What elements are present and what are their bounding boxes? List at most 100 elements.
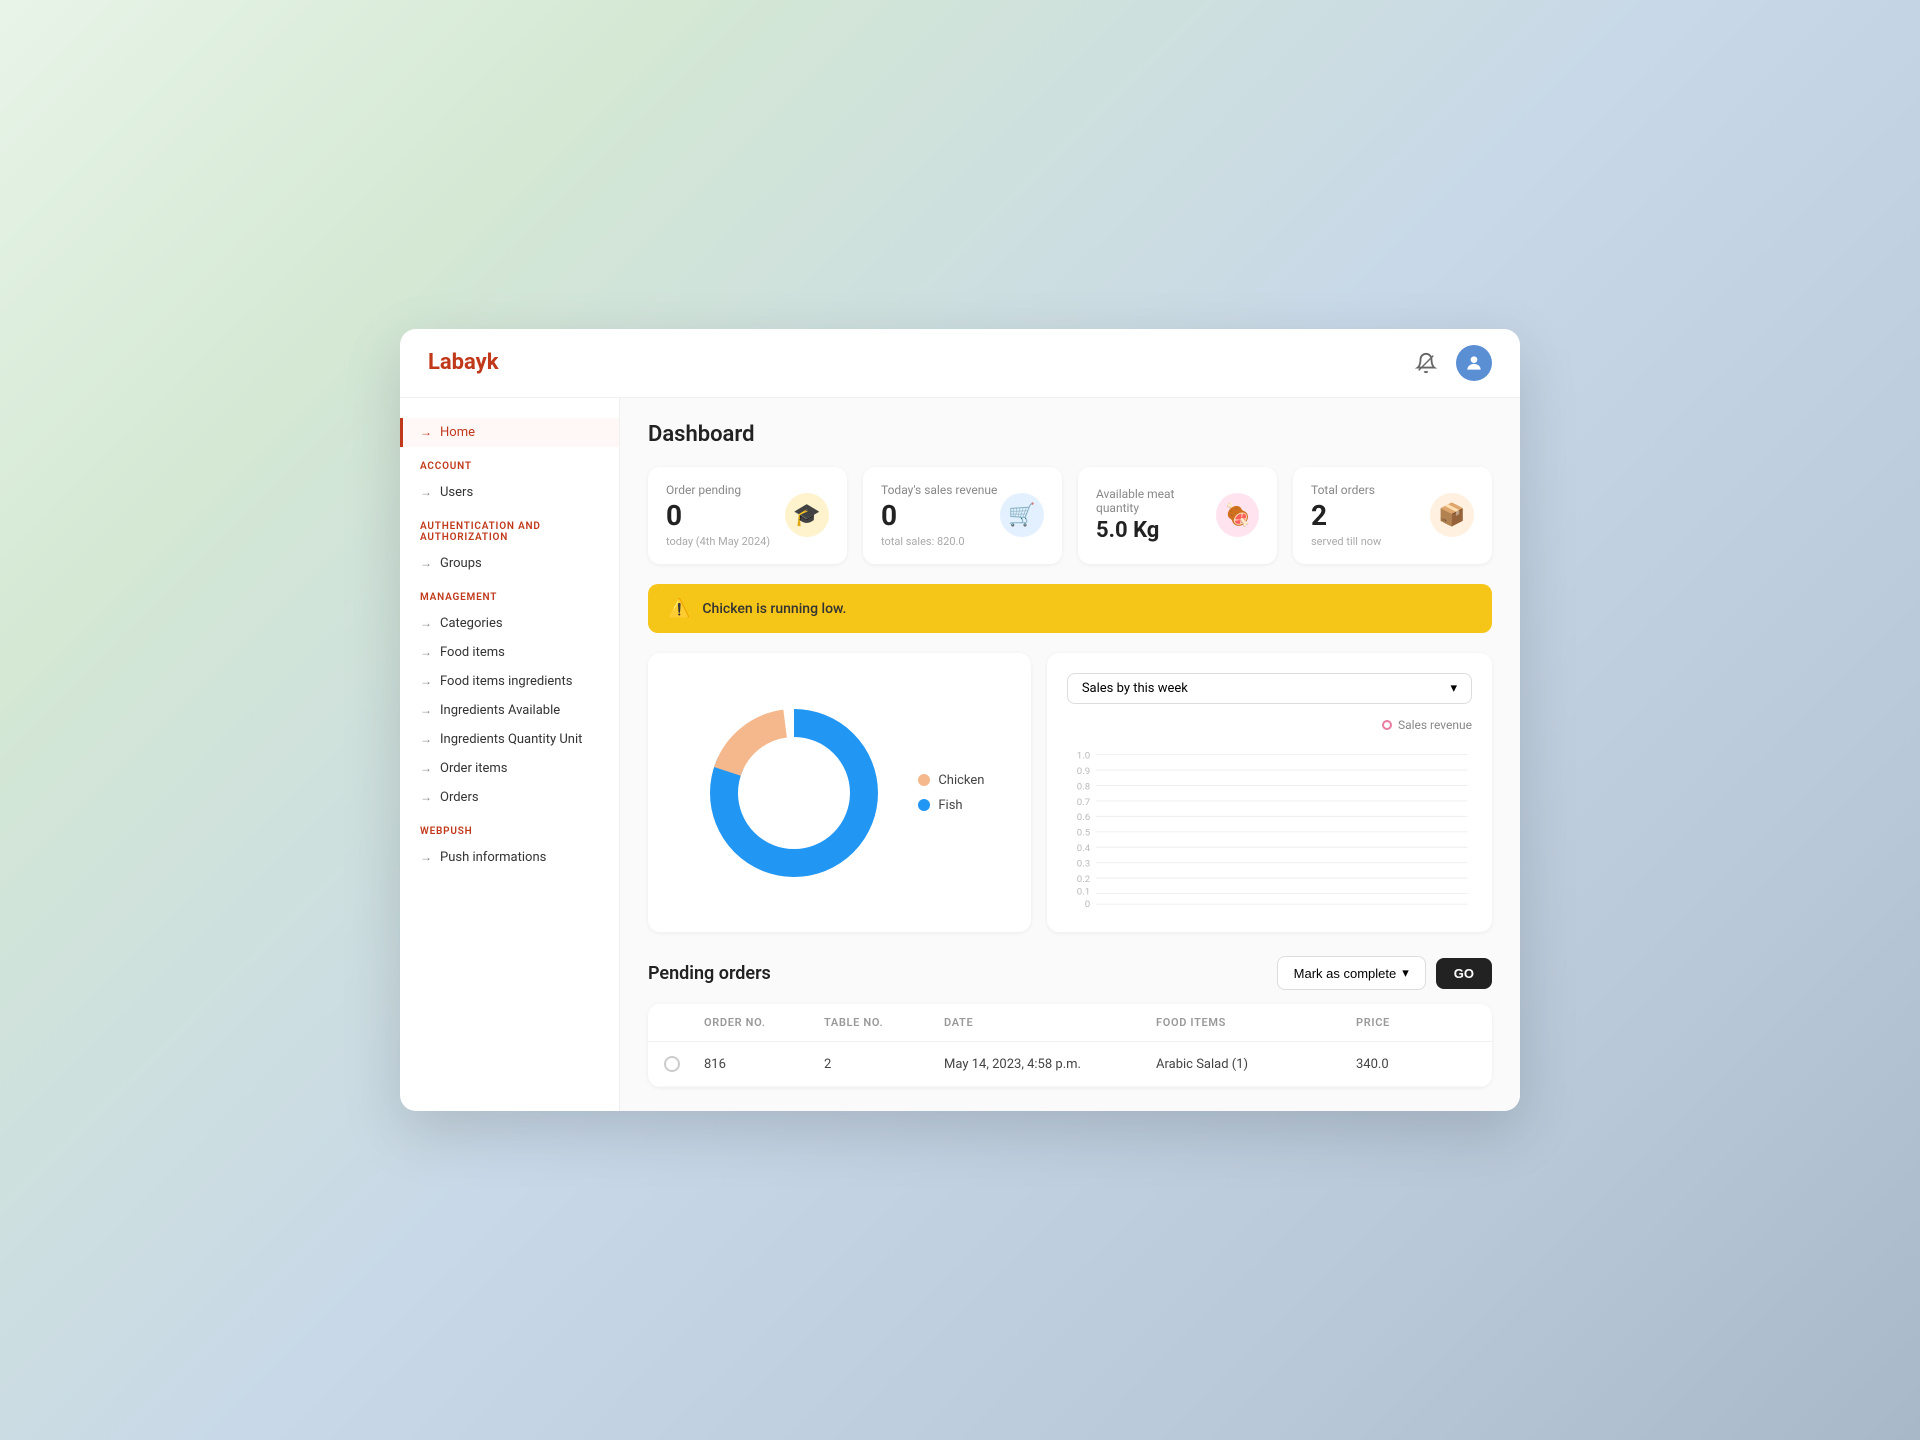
svg-text:0.6: 0.6 — [1077, 813, 1090, 824]
stat-value: 2 — [1311, 501, 1381, 532]
sidebar-item-ingredients-quantity-unit[interactable]: → Ingredients Quantity Unit — [400, 725, 619, 754]
stat-label: Available meat quantity — [1096, 487, 1216, 515]
sidebar-item-order-items[interactable]: → Order items — [400, 754, 619, 783]
pending-orders-title: Pending orders — [648, 963, 771, 984]
sales-legend: Sales revenue — [1067, 718, 1472, 732]
col-checkbox — [664, 1016, 704, 1029]
legend-item-chicken: Chicken — [918, 773, 984, 788]
col-order-no: ORDER NO. — [704, 1016, 824, 1029]
orders-table: ORDER NO. TABLE NO. DATE FOOD ITEMS PRIC… — [648, 1004, 1492, 1087]
stat-label: Total orders — [1311, 483, 1381, 497]
sidebar-item-users[interactable]: → Users — [400, 478, 619, 507]
meat-quantity-icon: 🍖 — [1216, 493, 1259, 537]
sidebar-item-label: Categories — [440, 616, 503, 631]
stat-card-order-pending: Order pending 0 today (4th May 2024) 🎓 — [648, 467, 847, 565]
svg-text:0: 0 — [1085, 899, 1090, 910]
stat-sub: served till now — [1311, 535, 1381, 548]
col-table-no: TABLE NO. — [824, 1016, 944, 1029]
main-content: Dashboard Order pending 0 today (4th May… — [620, 398, 1520, 1112]
stat-label: Order pending — [666, 483, 770, 497]
sidebar-item-food-items-ingredients[interactable]: → Food items ingredients — [400, 667, 619, 696]
svg-text:0.7: 0.7 — [1077, 797, 1090, 808]
sidebar-section-webpush: WEBPUSH — [400, 812, 619, 843]
order-no: 816 — [704, 1057, 824, 1072]
sidebar-item-ingredients-available[interactable]: → Ingredients Available — [400, 696, 619, 725]
svg-text:1.0: 1.0 — [1077, 751, 1090, 762]
svg-text:0.5: 0.5 — [1077, 828, 1091, 839]
sidebar-item-label: Push informations — [440, 850, 546, 865]
legend-item-fish: Fish — [918, 798, 984, 813]
sidebar: → Home ACCOUNT → Users AUTHENTICATION AN… — [400, 398, 620, 1112]
sales-chart-card: Sales by this week ▾ Sales revenue 1.0 — [1047, 653, 1492, 932]
sales-revenue-icon: 🛒 — [1000, 493, 1044, 537]
table-row: 816 2 May 14, 2023, 4:58 p.m. Arabic Sal… — [648, 1042, 1492, 1087]
pending-orders-header: Pending orders Mark as complete ▾ GO — [648, 956, 1492, 990]
sidebar-item-label: Food items — [440, 645, 505, 660]
sidebar-item-label: Food items ingredients — [440, 674, 572, 689]
alert-icon: ⚠️ — [668, 598, 690, 619]
stat-sub: total sales: 820.0 — [881, 535, 997, 548]
sidebar-item-categories[interactable]: → Categories — [400, 609, 619, 638]
price: 340.0 — [1356, 1057, 1476, 1072]
header-right — [1412, 345, 1492, 381]
col-date: DATE — [944, 1016, 1156, 1029]
logo: Labayk — [428, 350, 499, 375]
alert-banner: ⚠️ Chicken is running low. — [648, 584, 1492, 633]
sidebar-section-auth: AUTHENTICATION AND AUTHORIZATION — [400, 507, 619, 549]
sales-legend-dot — [1382, 720, 1392, 730]
avatar[interactable] — [1456, 345, 1492, 381]
legend-label: Chicken — [938, 773, 984, 788]
svg-text:0.9: 0.9 — [1077, 766, 1090, 777]
donut-chart-card: Chicken Fish — [648, 653, 1031, 932]
go-button[interactable]: GO — [1436, 958, 1492, 989]
order-date: May 14, 2023, 4:58 p.m. — [944, 1057, 1156, 1072]
sidebar-item-label: Ingredients Quantity Unit — [440, 732, 582, 747]
sales-legend-label: Sales revenue — [1398, 718, 1472, 732]
stat-value: 0 — [881, 501, 997, 532]
mark-complete-label: Mark as complete — [1294, 966, 1397, 981]
header: Labayk — [400, 329, 1520, 398]
sales-dropdown[interactable]: Sales by this week ▾ — [1067, 673, 1472, 704]
stat-sub: today (4th May 2024) — [666, 535, 770, 548]
charts-row: Chicken Fish Sales by this week — [648, 653, 1492, 932]
stat-card-meat-quantity: Available meat quantity 5.0 Kg 🍖 — [1078, 467, 1277, 565]
total-orders-icon: 📦 — [1430, 493, 1474, 537]
chevron-down-icon: ▾ — [1450, 681, 1457, 696]
stats-row: Order pending 0 today (4th May 2024) 🎓 T… — [648, 467, 1492, 565]
page-title: Dashboard — [648, 422, 1492, 447]
donut-chart — [694, 693, 894, 893]
sidebar-item-label: Groups — [440, 556, 482, 571]
alert-message: Chicken is running low. — [702, 601, 846, 617]
stat-value: 5.0 Kg — [1096, 519, 1216, 543]
sidebar-item-label: Order items — [440, 761, 508, 776]
stat-value: 0 — [666, 501, 770, 532]
mark-complete-button[interactable]: Mark as complete ▾ — [1277, 956, 1426, 990]
notification-icon[interactable] — [1412, 349, 1440, 377]
donut-legend: Chicken Fish — [918, 773, 984, 813]
main-layout: → Home ACCOUNT → Users AUTHENTICATION AN… — [400, 398, 1520, 1112]
sidebar-item-orders[interactable]: → Orders — [400, 783, 619, 812]
pending-actions: Mark as complete ▾ GO — [1277, 956, 1492, 990]
sidebar-item-food-items[interactable]: → Food items — [400, 638, 619, 667]
sidebar-item-home[interactable]: → Home — [400, 418, 619, 447]
svg-text:0.1: 0.1 — [1077, 887, 1090, 898]
sidebar-section-management: MANAGEMENT — [400, 578, 619, 609]
table-no: 2 — [824, 1057, 944, 1072]
sales-dropdown-label: Sales by this week — [1082, 681, 1188, 696]
row-checkbox[interactable] — [664, 1056, 680, 1072]
stat-card-total-orders: Total orders 2 served till now 📦 — [1293, 467, 1492, 565]
chevron-down-icon: ▾ — [1402, 965, 1409, 981]
sidebar-item-groups[interactable]: → Groups — [400, 549, 619, 578]
svg-text:0.8: 0.8 — [1077, 782, 1090, 793]
sidebar-item-label: Home — [440, 425, 475, 440]
sidebar-item-label: Orders — [440, 790, 479, 805]
svg-text:0.3: 0.3 — [1077, 859, 1090, 870]
sidebar-item-push-informations[interactable]: → Push informations — [400, 843, 619, 872]
food-items: Arabic Salad (1) — [1156, 1057, 1356, 1072]
arrow-icon: → — [420, 425, 432, 439]
legend-label: Fish — [938, 798, 962, 813]
col-price: PRICE — [1356, 1016, 1476, 1029]
table-header: ORDER NO. TABLE NO. DATE FOOD ITEMS PRIC… — [648, 1004, 1492, 1042]
line-chart: 1.0 0.9 0.8 0.7 0.6 0.5 0.4 0.3 0.2 0.1 … — [1067, 742, 1472, 912]
app-window: Labayk → Home — [400, 329, 1520, 1112]
